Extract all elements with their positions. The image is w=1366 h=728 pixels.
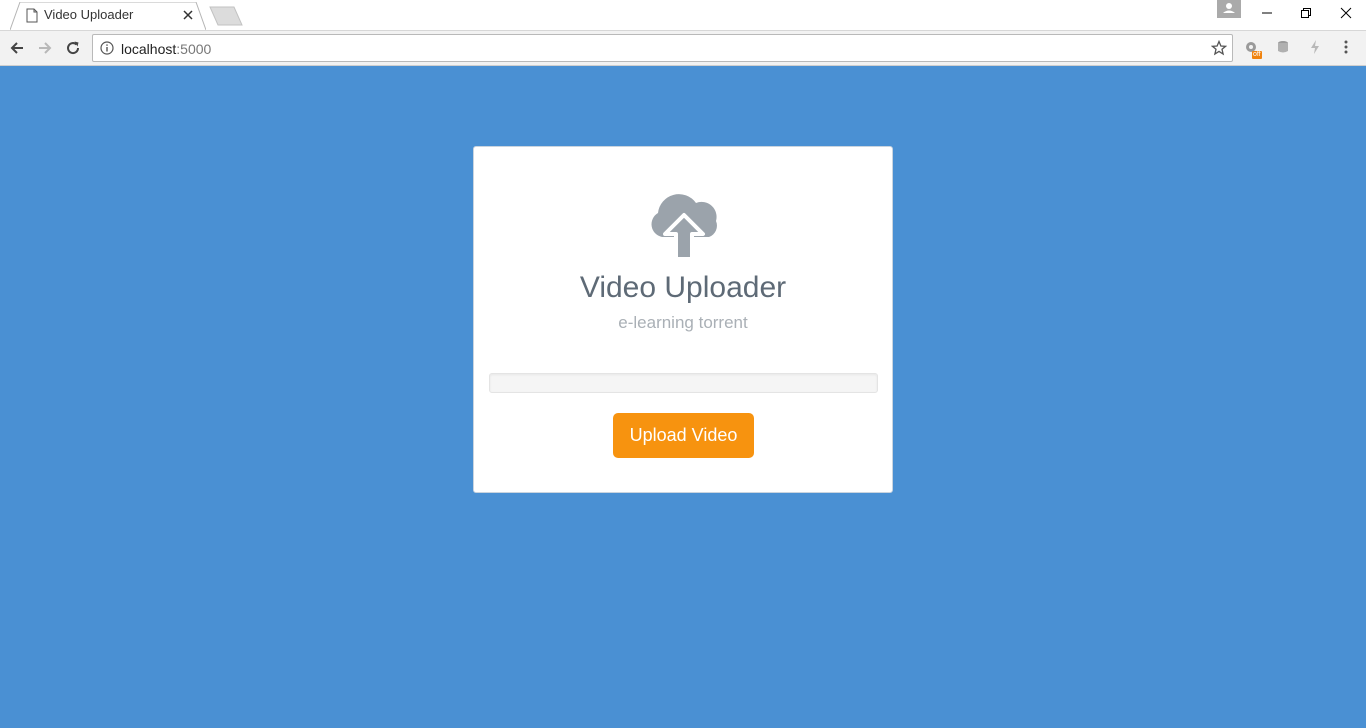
restore-button[interactable]	[1286, 0, 1326, 26]
address-bar[interactable]: localhost:5000	[92, 34, 1233, 62]
upload-card: Video Uploader e-learning torrent Upload…	[473, 146, 893, 493]
browser-titlebar: Video Uploader	[0, 0, 1366, 30]
close-window-button[interactable]	[1326, 0, 1366, 26]
tab-title: Video Uploader	[44, 7, 134, 22]
minimize-button[interactable]	[1247, 0, 1287, 26]
upload-video-button[interactable]: Upload Video	[613, 413, 754, 458]
new-tab-button[interactable]	[208, 6, 244, 26]
back-button[interactable]	[6, 37, 28, 59]
upload-progress-bar	[489, 373, 878, 393]
forward-button[interactable]	[34, 37, 56, 59]
extension-button-2[interactable]	[1275, 39, 1295, 59]
minimize-icon	[1262, 12, 1272, 14]
person-icon	[1223, 3, 1235, 13]
arrow-right-icon	[39, 42, 52, 54]
bookmark-star-icon[interactable]	[1211, 40, 1227, 56]
profile-button[interactable]	[1217, 0, 1241, 18]
page-subtitle: e-learning torrent	[618, 313, 748, 332]
reload-button[interactable]	[62, 37, 84, 59]
browser-toolbar: localhost:5000 off	[0, 30, 1366, 66]
cloud-upload-icon	[651, 194, 717, 261]
url-host: localhost	[121, 41, 177, 57]
url-text[interactable]: localhost:5000	[121, 41, 211, 57]
extension-button-1[interactable]: off	[1243, 39, 1263, 59]
database-extension-icon	[1278, 41, 1288, 53]
close-icon	[1340, 7, 1352, 19]
extension-button-3[interactable]	[1307, 39, 1327, 59]
lightning-icon	[1311, 40, 1319, 54]
extension-status-badge: off	[1252, 51, 1262, 59]
browser-tab[interactable]: Video Uploader	[10, 2, 206, 30]
browser-menu-button[interactable]	[1338, 39, 1358, 59]
arrow-left-icon	[10, 42, 23, 54]
page-title: Video Uploader	[579, 271, 787, 304]
page-icon	[26, 8, 38, 23]
close-tab-icon[interactable]	[182, 9, 194, 21]
info-icon[interactable]	[100, 41, 114, 55]
restore-icon	[1301, 8, 1311, 18]
reload-icon	[67, 41, 80, 55]
url-port: :5000	[176, 41, 212, 57]
kebab-menu-icon	[1344, 40, 1348, 54]
